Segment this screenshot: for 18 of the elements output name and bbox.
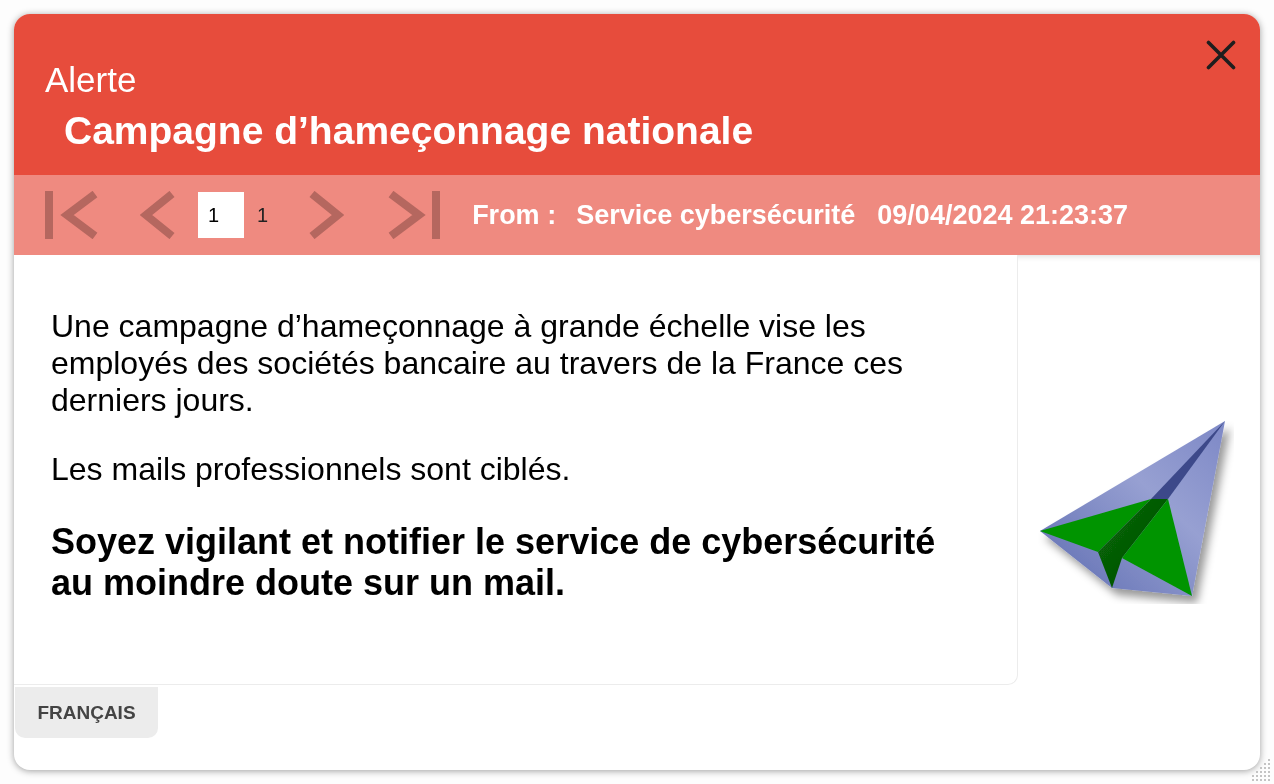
from-label: From : bbox=[472, 199, 557, 231]
page-number-field[interactable]: 1 bbox=[198, 192, 244, 238]
page-count: 1 bbox=[257, 203, 269, 227]
message-timestamp: 09/04/2024 21:23:37 bbox=[877, 199, 1129, 231]
chevron-right-icon bbox=[309, 191, 345, 239]
resize-grip-icon[interactable] bbox=[1250, 757, 1272, 783]
skip-start-icon bbox=[45, 191, 98, 239]
message-paragraph: Soyez vigilant et notifier le service de cybersécurité au moindre doute sur un mail. bbox=[51, 521, 937, 603]
skip-end-icon bbox=[388, 191, 442, 239]
chevron-left-icon bbox=[140, 191, 175, 239]
message-paragraph: Les mails professionnels sont ciblés. bbox=[51, 451, 572, 488]
close-icon bbox=[1206, 40, 1236, 70]
language-tab[interactable]: FRANÇAIS bbox=[15, 687, 158, 738]
sender-name: Service cybersécurité bbox=[576, 199, 856, 231]
close-button[interactable] bbox=[1206, 40, 1236, 70]
message-paragraph: Une campagne d’hameçonnage à grande échelle vise les employés des sociétés bancaire au travers de la France ces derniers jours. bbox=[51, 308, 904, 419]
alert-label: Alerte bbox=[45, 62, 137, 98]
alert-title: Campagne d’hameçonnage nationale bbox=[64, 109, 754, 153]
